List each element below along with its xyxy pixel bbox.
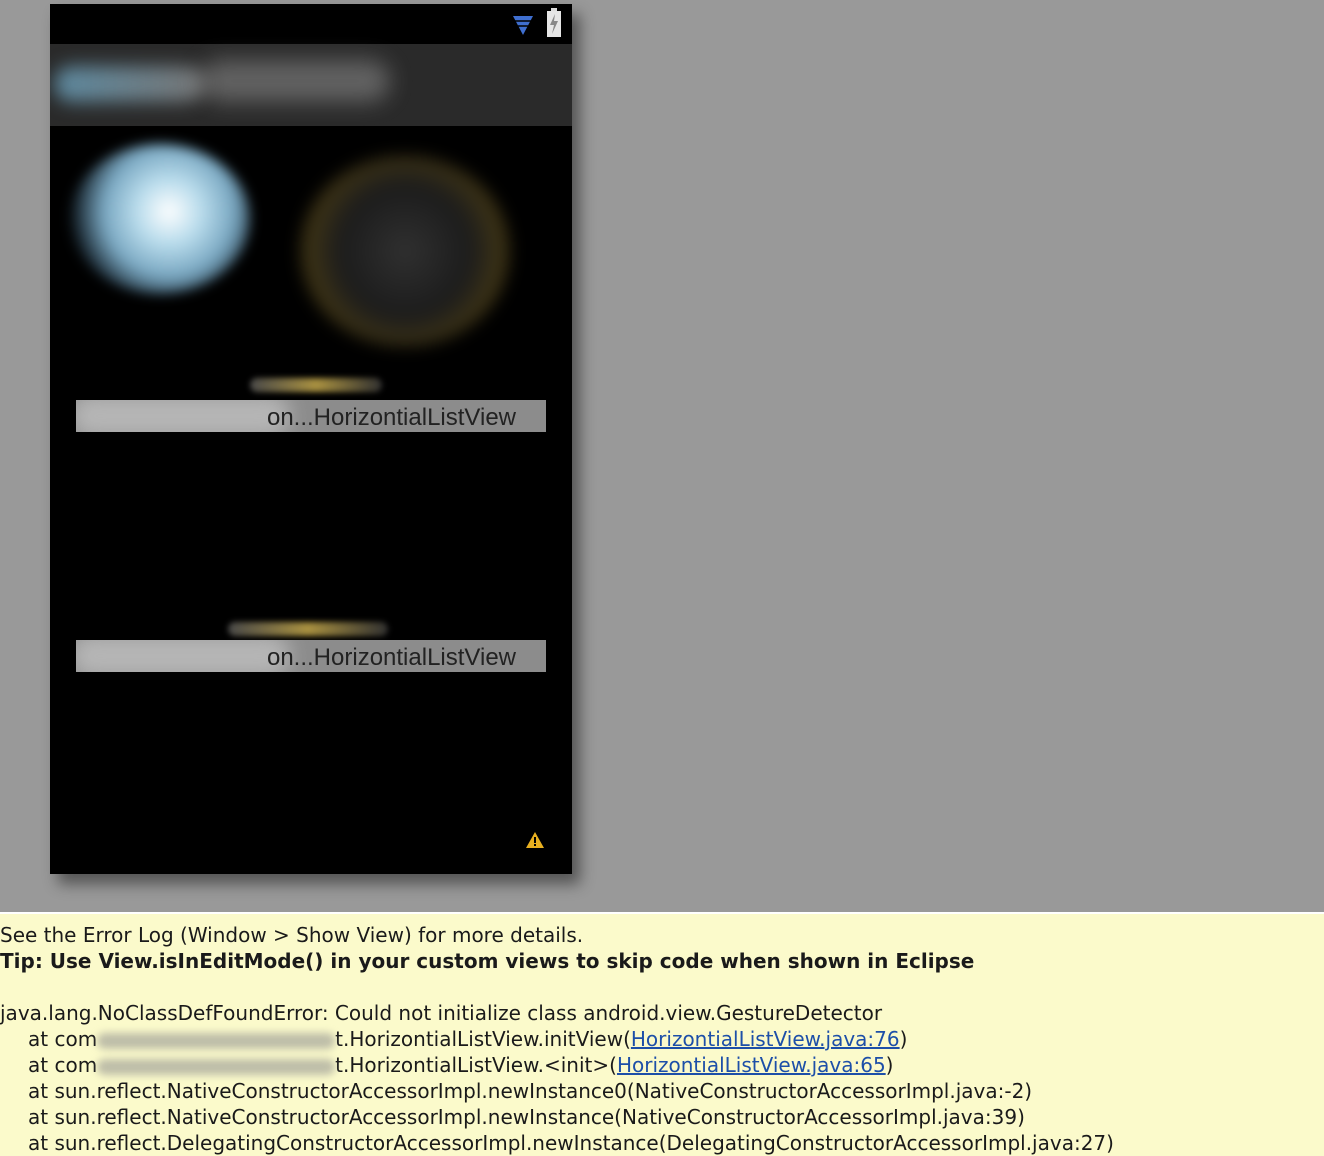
package-name-redacted bbox=[76, 400, 290, 432]
list-view-class-label: on...HorizontialListView bbox=[266, 644, 516, 671]
horizontal-list-view-2[interactable]: on...HorizontialListView bbox=[76, 640, 546, 672]
list-view-class-label: on...HorizontialListView bbox=[266, 404, 516, 431]
package-redacted bbox=[97, 1032, 336, 1049]
image-thumbnail-1 bbox=[70, 144, 250, 294]
stack-trace-line: at com t.HorizontialListView.initView(Hor… bbox=[28, 1027, 908, 1051]
horizontal-list-view-1[interactable]: on...HorizontialListView bbox=[76, 400, 546, 432]
layout-editor-canvas: on...HorizontialListView on...Horizontia… bbox=[0, 0, 1324, 912]
image-thumbnail-2 bbox=[300, 156, 510, 346]
warning-icon[interactable] bbox=[526, 832, 544, 848]
caption-redacted bbox=[228, 622, 388, 636]
battery-icon bbox=[547, 8, 561, 37]
source-link[interactable]: HorizontialListView.java:76 bbox=[631, 1027, 900, 1051]
stack-trace-line: at sun.reflect.NativeConstructorAccessor… bbox=[28, 1079, 1033, 1103]
device-preview[interactable]: on...HorizontialListView on...Horizontia… bbox=[50, 4, 572, 874]
caption-redacted bbox=[250, 378, 382, 392]
rendering-error-panel: See the Error Log (Window > Show View) f… bbox=[0, 912, 1324, 1156]
exception-message: java.lang.NoClassDefFoundError: Could no… bbox=[0, 1001, 883, 1025]
status-bar bbox=[50, 4, 572, 44]
stack-trace-line: at sun.reflect.NativeConstructorAccessor… bbox=[28, 1105, 1025, 1129]
action-bar bbox=[50, 44, 572, 126]
source-link[interactable]: HorizontialListView.java:65 bbox=[617, 1053, 886, 1077]
package-name-redacted bbox=[76, 640, 290, 672]
wifi-icon bbox=[513, 16, 533, 35]
stack-trace-line: at com t.HorizontialListView.<init>(Horiz… bbox=[28, 1053, 894, 1077]
error-log-hint: See the Error Log (Window > Show View) f… bbox=[0, 923, 584, 947]
edit-mode-tip: Tip: Use View.isInEditMode() in your cus… bbox=[0, 949, 975, 973]
package-redacted bbox=[97, 1058, 336, 1075]
content-area: on...HorizontialListView on...Horizontia… bbox=[50, 126, 572, 874]
app-icon-redacted bbox=[54, 66, 204, 102]
app-title-redacted bbox=[200, 60, 390, 102]
stack-trace-line: at sun.reflect.DelegatingConstructorAcce… bbox=[28, 1131, 1114, 1155]
